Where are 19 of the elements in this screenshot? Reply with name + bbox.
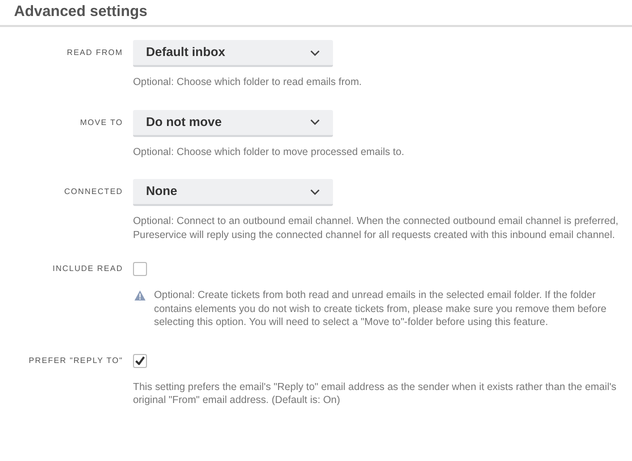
section-title: Advanced settings [0,0,632,27]
setting-label: INCLUDE READ [52,264,123,273]
checkbox[interactable] [133,354,147,368]
checkbox[interactable] [133,262,147,276]
folder-dropdown[interactable]: Do not move [133,110,333,136]
setting-label: READ FROM [66,48,123,57]
folder-dropdown[interactable]: Default inbox [133,40,333,67]
setting-label: MOVE TO [80,118,123,126]
folder-dropdown[interactable]: None [133,179,333,206]
chevron-down-icon [310,188,320,194]
setting-label: CONNECTED [64,187,123,196]
help-text: Optional: Choose which folder to move processed emails to. [133,146,404,159]
setting-label: PREFER "REPLY TO" [28,356,123,364]
chevron-down-icon [310,50,320,56]
help-text: Optional: Create tickets from both read and unread emails in the selected email folder. If the folder contains elements you do not wish to create tickets from, please make sure you remove them before selecting this option. You will need to select a "Move to"-folder before using this feature. [154,289,608,330]
help-text: Optional: Choose which folder to read emails from. [133,76,362,90]
help-text: Optional: Connect to an outbound email channel. When the connected outbound email channel is preferred, Pureservice will reply using the connected channel for all requests created with this inbound email channel. [133,215,620,242]
help-text: This setting prefers the email's "Reply to" email address as the sender when it exists rather than the email's original "From" email address. (Default is: On) [133,380,618,408]
chevron-down-icon [310,119,320,125]
